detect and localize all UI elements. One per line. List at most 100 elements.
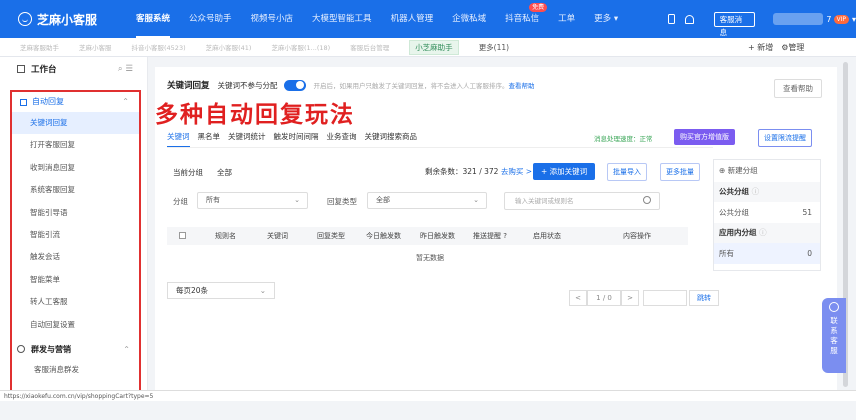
account-tab[interactable]: 芝麻小客服(1...(18) <box>271 42 330 52</box>
chevron-down-icon: ⌄ <box>259 286 266 295</box>
next-page-button[interactable]: > <box>621 290 639 306</box>
page-size-select[interactable]: 每页20条 ⌄ <box>167 282 275 299</box>
search-icon[interactable]: ⌕ ☰ <box>118 64 133 74</box>
subtab-keyword[interactable]: 关键词 <box>167 131 190 147</box>
nav-douyin[interactable]: 抖音私信 免费 <box>505 0 548 38</box>
help-button[interactable]: 查看帮助 <box>774 79 822 98</box>
account-tab-active[interactable]: 小芝麻助手 <box>409 39 459 55</box>
more-tabs-dropdown[interactable]: 更多(11) <box>479 42 509 53</box>
message-button[interactable]: 客服消息 <box>713 11 755 37</box>
auto-reply-group-title[interactable]: 自动回复 ⌃ <box>12 92 139 112</box>
account-tab[interactable]: 抖音小客服(4523) <box>132 42 186 52</box>
sidebar-item-trigger-session[interactable]: 触发会话 <box>12 246 139 268</box>
group-row-public-label: 公共分组 <box>719 208 749 217</box>
no-assign-toggle[interactable] <box>283 79 306 91</box>
search-icon[interactable] <box>643 196 651 204</box>
note-help-link[interactable]: 查看帮助 <box>509 82 535 90</box>
public-group-section-label: 公共分组 <box>719 187 749 196</box>
page-jump-input[interactable] <box>643 290 687 306</box>
account-tab[interactable]: 芝麻客服助手 <box>20 42 59 52</box>
th-rule-name: 规则名 <box>215 232 236 240</box>
group-row-public-count: 51 <box>802 208 812 217</box>
sidebar-workbench-label: 工作台 <box>31 65 57 75</box>
nav-ticket[interactable]: 工单 <box>558 0 575 38</box>
sidebar-item-guide[interactable]: 智能引导语 <box>12 202 139 224</box>
nav-ai-tools[interactable]: 大模型智能工具 <box>312 0 372 38</box>
subtab-stats[interactable]: 关键词统计 <box>228 131 266 147</box>
page-size-value: 每页20条 <box>176 286 209 295</box>
nav-douyin-label: 抖音私信 <box>505 14 540 24</box>
chevron-up-icon[interactable]: ⌃ <box>122 92 129 112</box>
user-number: 7 <box>826 14 832 24</box>
th-content-actions: 内容操作 <box>623 232 651 240</box>
current-group-label: 当前分组 <box>173 168 203 177</box>
add-account-button[interactable]: + 新增 <box>748 42 773 53</box>
search-input[interactable]: 输入关键词或规则名 <box>504 192 660 210</box>
sidebar-workbench[interactable]: 工作台 ⌕ ☰ <box>0 57 147 81</box>
sidebar-item-broadcast[interactable]: 客服消息群发 <box>0 359 148 381</box>
gear-icon[interactable]: ⚙ <box>781 43 788 52</box>
page-indicator: 1 / 0 <box>587 290 621 306</box>
sidebar-marketing-title[interactable]: 群发与营销 ⌃ <box>0 339 148 359</box>
group-row-public[interactable]: 公共分组 51 <box>714 202 820 223</box>
chevron-down-icon[interactable]: ▾ <box>852 15 856 24</box>
headset-icon <box>829 302 839 312</box>
group-filter-select[interactable]: 所有 ⌄ <box>197 192 308 209</box>
buy-premium-button[interactable]: 购买官方增值版 <box>674 129 735 145</box>
subtab-interval[interactable]: 触发时间间隔 <box>274 131 319 147</box>
account-tab[interactable]: 芝麻小客服(41) <box>206 42 252 52</box>
subtab-business[interactable]: 业务查询 <box>327 131 357 147</box>
free-badge: 免费 <box>529 3 548 12</box>
question-icon[interactable]: ? <box>503 232 507 240</box>
chevron-up-icon[interactable]: ⌃ <box>123 345 130 354</box>
browser-status-url: https://xiaokefu.com.cn/vip/shoppingCart… <box>0 390 856 401</box>
sidebar-item-open-reply[interactable]: 打开客服回复 <box>12 134 139 156</box>
manage-button[interactable]: 管理 <box>788 42 804 53</box>
top-navbar: 芝麻小客服 客服系统 公众号助手 视频号小店 大模型智能工具 机器人管理 企微私… <box>0 0 856 38</box>
prev-page-button[interactable]: < <box>569 290 587 306</box>
sidebar-item-receive-reply[interactable]: 收到消息回复 <box>12 157 139 179</box>
subtab-blacklist[interactable]: 黑名单 <box>198 131 221 147</box>
rate-limit-button[interactable]: 设置限流提醒 <box>758 129 812 147</box>
sidebar-item-smart-menu[interactable]: 智能菜单 <box>12 269 139 291</box>
pagination: < 1 / 0 > 跳转 <box>569 290 719 306</box>
sidebar-item-keyword-reply[interactable]: 关键词回复 <box>12 112 139 135</box>
account-tabbar: 芝麻客服助手 芝麻小客服 抖音小客服(4523) 芝麻小客服(41) 芝麻小客服… <box>0 38 856 57</box>
remaining-text: 剩余条数：321 / 372 <box>425 167 499 176</box>
sidebar-item-auto-reply-settings[interactable]: 自动回复设置 <box>12 314 139 336</box>
buy-more-link[interactable]: 去购买 > <box>501 167 532 176</box>
empty-state: 暂无数据 <box>416 254 444 262</box>
nav-robot[interactable]: 机器人管理 <box>391 0 434 38</box>
account-tab[interactable]: 芝麻小客服 <box>79 42 112 52</box>
app-group-section: 应用内分组 ⓘ <box>714 223 820 243</box>
bulk-import-button[interactable]: 批量导入 <box>607 163 647 181</box>
nav-more[interactable]: 更多 ▾ <box>594 0 618 38</box>
new-group-button[interactable]: ⊕ 新建分组 <box>714 160 820 182</box>
current-group-value: 全部 <box>217 168 232 177</box>
select-all-checkbox[interactable] <box>179 232 186 239</box>
reply-type-select[interactable]: 全部 ⌄ <box>367 192 487 209</box>
more-bulk-button[interactable]: 更多批量 <box>660 163 700 181</box>
main-nav: 客服系统 公众号助手 视频号小店 大模型智能工具 机器人管理 企微私域 抖音私信… <box>136 0 637 38</box>
group-row-all[interactable]: 所有 0 <box>714 243 820 264</box>
chat-icon <box>20 98 27 106</box>
user-name-blurred[interactable] <box>772 13 824 25</box>
group-panel: ⊕ 新建分组 公共分组 ⓘ 公共分组 51 应用内分组 ⓘ 所有 0 <box>713 159 821 271</box>
add-keyword-button[interactable]: + 添加关键词 <box>533 163 596 180</box>
public-group-section: 公共分组 ⓘ <box>714 182 820 202</box>
logo-smile-icon <box>18 12 32 26</box>
page-jump-button[interactable]: 跳转 <box>689 290 719 306</box>
sidebar-item-traffic[interactable]: 智能引流 <box>12 224 139 246</box>
app-logo[interactable]: 芝麻小客服 <box>18 11 136 28</box>
nav-video-shop[interactable]: 视频号小店 <box>251 0 294 38</box>
phone-icon[interactable] <box>668 14 675 24</box>
sidebar-item-system-reply[interactable]: 系统客服回复 <box>12 179 139 201</box>
sidebar-item-transfer-human[interactable]: 转人工客服 <box>12 291 139 313</box>
bell-icon[interactable] <box>684 14 694 24</box>
nav-wecom[interactable]: 企微私域 <box>452 0 486 38</box>
nav-customer-service[interactable]: 客服系统 <box>136 0 171 38</box>
contact-support-button[interactable]: 联系客服 <box>822 298 846 373</box>
account-tab[interactable]: 客服后台管理 <box>350 42 389 52</box>
nav-official-account[interactable]: 公众号助手 <box>189 0 232 38</box>
subtab-product-search[interactable]: 关键词搜索商品 <box>365 131 418 147</box>
